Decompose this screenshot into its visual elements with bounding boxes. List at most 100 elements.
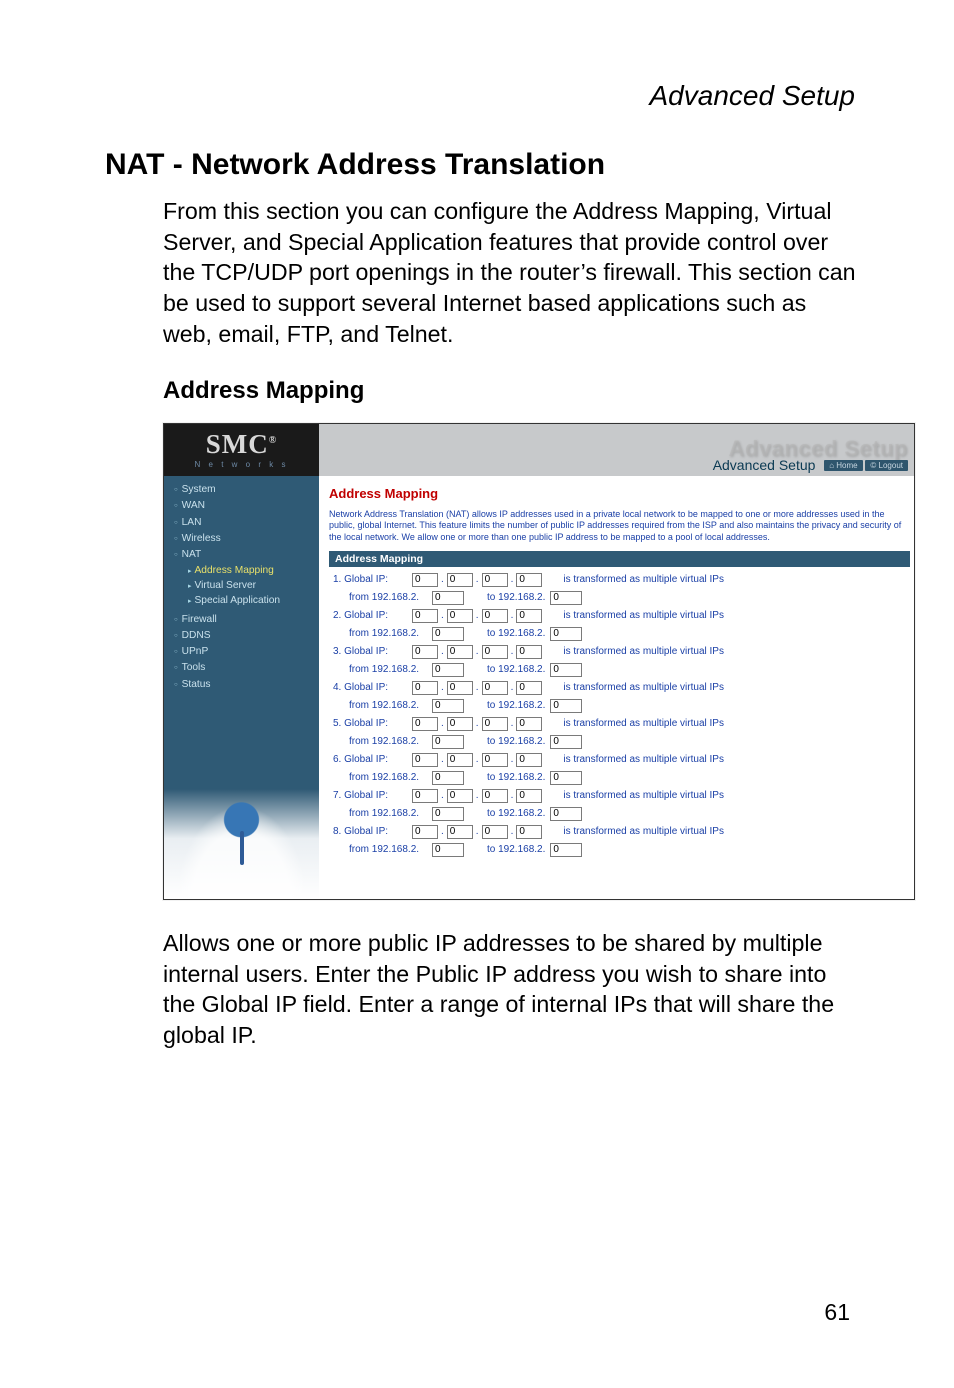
- global-ip-octet[interactable]: [482, 573, 508, 587]
- global-ip-octet[interactable]: [482, 753, 508, 767]
- global-ip-label: 4. Global IP:: [333, 682, 409, 693]
- from-host-input[interactable]: [432, 807, 464, 821]
- global-ip-octet[interactable]: [447, 825, 473, 839]
- sidebar-decorative-image: [164, 789, 319, 899]
- address-mapping-rows: 1. Global IP:...is transformed as multip…: [329, 571, 910, 859]
- to-host-input[interactable]: [550, 843, 582, 857]
- global-ip-octet[interactable]: [516, 681, 542, 695]
- from-host-input[interactable]: [432, 735, 464, 749]
- mapping-row-global: 1. Global IP:...is transformed as multip…: [329, 571, 910, 589]
- row-tail-text: is transformed as multiple virtual IPs: [563, 682, 724, 693]
- global-ip-octet[interactable]: [482, 681, 508, 695]
- subheading-address-mapping: Address Mapping: [163, 377, 859, 405]
- from-host-input[interactable]: [432, 591, 464, 605]
- from-host-input[interactable]: [432, 699, 464, 713]
- row-tail-text: is transformed as multiple virtual IPs: [563, 718, 724, 729]
- global-ip-label: 7. Global IP:: [333, 790, 409, 801]
- sidebar-subitem-address-mapping[interactable]: Address Mapping: [188, 563, 319, 578]
- global-ip-octet[interactable]: [412, 609, 438, 623]
- to-host-input[interactable]: [550, 771, 582, 785]
- row-tail-text: is transformed as multiple virtual IPs: [563, 574, 724, 585]
- sidebar-subitem-special-application[interactable]: Special Application: [188, 593, 319, 608]
- global-ip-octet[interactable]: [516, 753, 542, 767]
- row-tail-text: is transformed as multiple virtual IPs: [563, 826, 724, 837]
- sidebar-item-wireless[interactable]: Wireless: [174, 531, 319, 546]
- global-ip-octet[interactable]: [482, 789, 508, 803]
- to-host-input[interactable]: [550, 699, 582, 713]
- mapping-row-range: from 192.168.2.to 192.168.2.: [329, 661, 910, 679]
- global-ip-octet[interactable]: [447, 681, 473, 695]
- to-host-input[interactable]: [550, 663, 582, 677]
- to-host-input[interactable]: [550, 627, 582, 641]
- global-ip-octet[interactable]: [482, 717, 508, 731]
- global-ip-label: 1. Global IP:: [333, 574, 409, 585]
- global-ip-label: 5. Global IP:: [333, 718, 409, 729]
- global-ip-octet[interactable]: [412, 753, 438, 767]
- mapping-row-range: from 192.168.2.to 192.168.2.: [329, 589, 910, 607]
- global-ip-octet[interactable]: [447, 573, 473, 587]
- mapping-row-global: 3. Global IP:...is transformed as multip…: [329, 643, 910, 661]
- from-label: from 192.168.2.: [333, 700, 429, 711]
- brand-logo-subtext: N e t w o r k s: [195, 460, 289, 469]
- from-label: from 192.168.2.: [333, 844, 429, 855]
- mapping-row-range: from 192.168.2.to 192.168.2.: [329, 769, 910, 787]
- global-ip-octet[interactable]: [516, 573, 542, 587]
- sidebar-item-lan[interactable]: LAN: [174, 515, 319, 530]
- global-ip-octet[interactable]: [447, 609, 473, 623]
- from-host-input[interactable]: [432, 771, 464, 785]
- home-link[interactable]: ⌂ Home: [824, 460, 862, 471]
- global-ip-octet[interactable]: [516, 609, 542, 623]
- from-label: from 192.168.2.: [333, 628, 429, 639]
- mapping-row-global: 2. Global IP:...is transformed as multip…: [329, 607, 910, 625]
- global-ip-octet[interactable]: [516, 789, 542, 803]
- to-host-input[interactable]: [550, 735, 582, 749]
- to-label: to 192.168.2.: [487, 736, 545, 747]
- sidebar-item-ddns[interactable]: DDNS: [174, 628, 319, 643]
- global-ip-label: 3. Global IP:: [333, 646, 409, 657]
- sidebar-item-system[interactable]: System: [174, 482, 319, 497]
- sidebar-item-wan[interactable]: WAN: [174, 498, 319, 513]
- global-ip-octet[interactable]: [516, 825, 542, 839]
- global-ip-octet[interactable]: [516, 645, 542, 659]
- from-host-input[interactable]: [432, 663, 464, 677]
- sidebar-item-firewall[interactable]: Firewall: [174, 612, 319, 627]
- sidebar-item-status[interactable]: Status: [174, 677, 319, 692]
- to-host-input[interactable]: [550, 591, 582, 605]
- global-ip-octet[interactable]: [412, 645, 438, 659]
- mapping-row-global: 7. Global IP:...is transformed as multip…: [329, 787, 910, 805]
- sidebar-item-tools[interactable]: Tools: [174, 660, 319, 675]
- global-ip-octet[interactable]: [482, 609, 508, 623]
- sidebar: System WAN LAN Wireless NAT Address Mapp…: [164, 476, 319, 899]
- header-bar: Advanced Setup ⌂ Home © Logout: [604, 457, 908, 476]
- intro-paragraph: From this section you can configure the …: [163, 196, 859, 349]
- global-ip-octet[interactable]: [412, 573, 438, 587]
- global-ip-octet[interactable]: [482, 645, 508, 659]
- global-ip-octet[interactable]: [447, 789, 473, 803]
- global-ip-octet[interactable]: [412, 789, 438, 803]
- sidebar-item-nat[interactable]: NAT Address Mapping Virtual Server Speci…: [174, 547, 319, 610]
- header-right: Advanced Setup Advanced Setup ⌂ Home © L…: [604, 424, 914, 476]
- to-label: to 192.168.2.: [487, 772, 545, 783]
- global-ip-octet[interactable]: [412, 717, 438, 731]
- to-label: to 192.168.2.: [487, 808, 545, 819]
- panel-section-bar: Address Mapping: [329, 551, 910, 567]
- global-ip-octet[interactable]: [447, 753, 473, 767]
- sidebar-item-upnp[interactable]: UPnP: [174, 644, 319, 659]
- page-number: 61: [824, 1299, 850, 1326]
- logout-link[interactable]: © Logout: [865, 460, 908, 471]
- breadcrumb: Advanced Setup: [105, 80, 855, 112]
- mapping-row-range: from 192.168.2.to 192.168.2.: [329, 625, 910, 643]
- global-ip-octet[interactable]: [412, 681, 438, 695]
- to-host-input[interactable]: [550, 807, 582, 821]
- from-host-input[interactable]: [432, 627, 464, 641]
- global-ip-octet[interactable]: [412, 825, 438, 839]
- global-ip-octet[interactable]: [447, 645, 473, 659]
- sidebar-nav: System WAN LAN Wireless NAT Address Mapp…: [164, 482, 319, 692]
- from-host-input[interactable]: [432, 843, 464, 857]
- global-ip-octet[interactable]: [516, 717, 542, 731]
- panel-intro-text: Network Address Translation (NAT) allows…: [329, 509, 910, 543]
- sidebar-subitem-virtual-server[interactable]: Virtual Server: [188, 578, 319, 593]
- global-ip-octet[interactable]: [447, 717, 473, 731]
- global-ip-octet[interactable]: [482, 825, 508, 839]
- panel-title: Address Mapping: [329, 486, 910, 501]
